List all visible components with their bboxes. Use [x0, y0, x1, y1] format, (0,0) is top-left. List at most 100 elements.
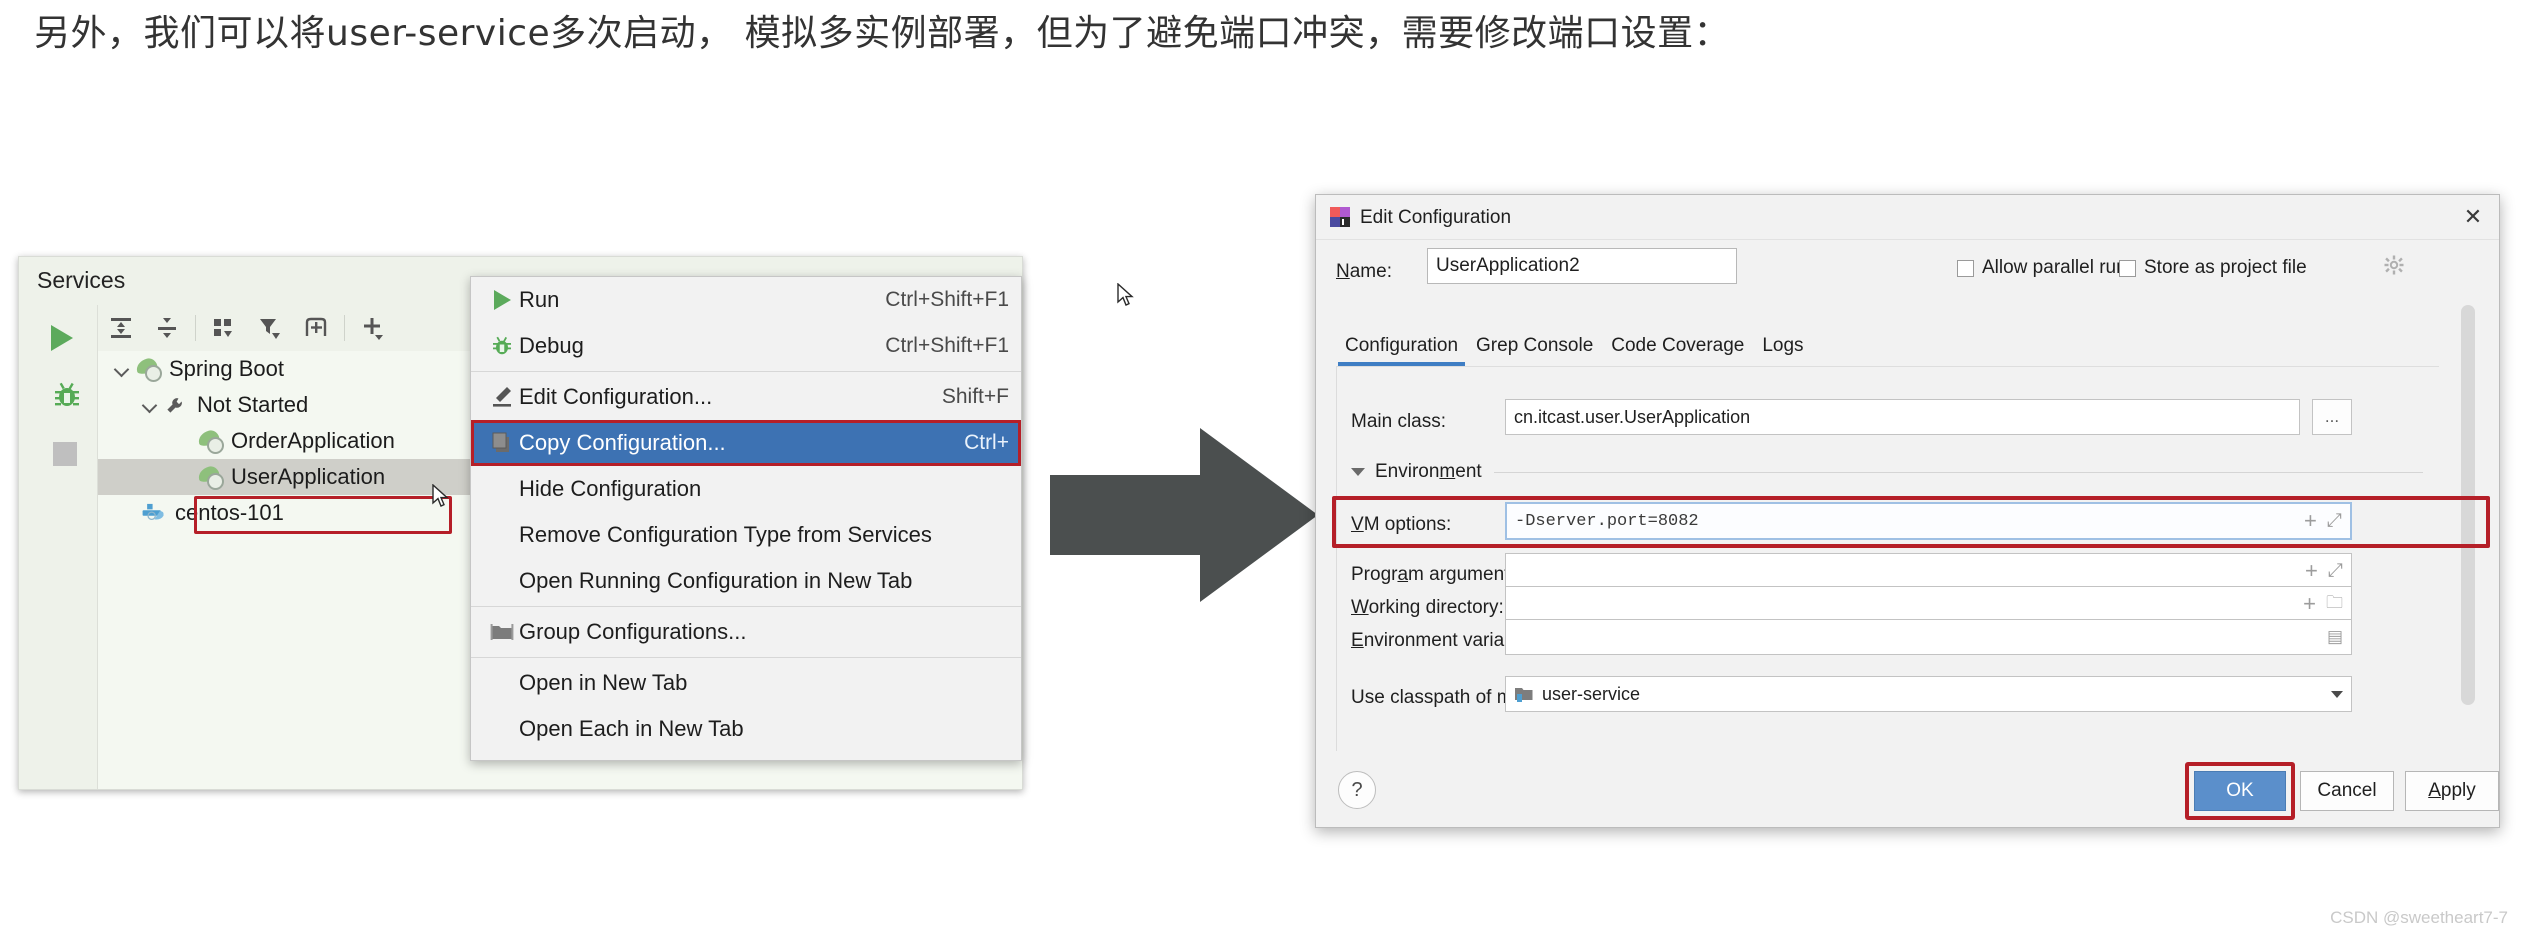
help-button[interactable]: ?	[1338, 771, 1376, 809]
main-class-value: cn.itcast.user.UserApplication	[1514, 406, 1751, 427]
folder-glyph	[490, 624, 514, 640]
dialog-title: Edit Configuration	[1360, 207, 1512, 228]
environment-label: Environment	[1375, 461, 1482, 482]
working-directory-input[interactable]: + 🗀	[1505, 586, 2352, 622]
group-by-glyph	[214, 319, 232, 337]
mouse-cursor	[432, 484, 449, 507]
menu-item-group-configurations[interactable]: Group Configurations...	[471, 609, 1021, 655]
tab-configuration[interactable]: Configuration	[1336, 335, 1467, 366]
docker-icon	[140, 501, 170, 525]
menu-item-open-running-configuration[interactable]: Open Running Configuration in New Tab	[471, 558, 1021, 604]
folder-icon[interactable]: 🗀	[2326, 590, 2343, 619]
main-class-browse-button[interactable]: ...	[2312, 399, 2352, 435]
menu-item-label: Run	[519, 287, 560, 312]
gear-icon[interactable]	[2384, 255, 2404, 275]
apply-button[interactable]: Apply	[2405, 771, 2499, 811]
copy-glyph	[492, 432, 509, 452]
menu-item-label: Hide Configuration	[519, 476, 702, 501]
collapse-all-icon[interactable]	[144, 305, 190, 351]
name-label: Name:	[1336, 261, 1392, 282]
checkbox-box[interactable]	[2119, 259, 2136, 277]
menu-item-run[interactable]: Run Ctrl+Shift+F1	[471, 277, 1021, 323]
annotation-box-ok-button	[2185, 762, 2295, 820]
add-macro-icon[interactable]: +	[2305, 558, 2318, 584]
toolbar-divider-2	[344, 315, 345, 341]
browse-env-icon[interactable]: ▤	[2327, 627, 2343, 647]
menu-item-label: Debug	[519, 333, 584, 358]
run-icon	[485, 290, 519, 310]
folder-icon	[485, 622, 519, 642]
module-glyph	[1515, 688, 1533, 702]
pencil-icon	[485, 385, 519, 409]
program-arguments-input[interactable]: + ⤢	[1505, 553, 2352, 589]
tree-item-label: OrderApplication	[231, 428, 395, 453]
debug-bug-glyph	[493, 336, 511, 355]
main-class-label: Main class:	[1351, 411, 1447, 432]
tree-item-label: UserApplication	[231, 464, 386, 489]
chevron-down-icon[interactable]	[140, 394, 162, 416]
chevron-down-icon[interactable]	[2331, 690, 2343, 698]
cancel-button[interactable]: Cancel	[2300, 771, 2394, 811]
chevron-down-icon[interactable]	[1351, 468, 1365, 476]
allow-parallel-run-checkbox[interactable]: Allow parallel run	[1957, 257, 2127, 279]
menu-divider	[471, 606, 1021, 607]
program-arguments-actions: + ⤢	[2305, 558, 2343, 584]
environment-section-header[interactable]: Environment	[1351, 461, 2423, 483]
main-class-input[interactable]: cn.itcast.user.UserApplication	[1505, 399, 2300, 435]
pencil-glyph	[493, 387, 511, 407]
menu-item-label: Group Configurations...	[519, 619, 747, 644]
use-classpath-value: user-service	[1542, 683, 1641, 704]
menu-item-open-in-new-tab[interactable]: Open in New Tab	[471, 660, 1021, 706]
menu-item-hide-configuration[interactable]: Hide Configuration	[471, 466, 1021, 512]
menu-item-copy-configuration[interactable]: Copy Configuration... Ctrl+	[471, 420, 1021, 466]
intellij-icon	[1330, 207, 1350, 227]
tab-code-coverage[interactable]: Code Coverage	[1602, 335, 1753, 366]
expand-all-icon[interactable]	[98, 305, 144, 351]
stop-icon[interactable]	[51, 437, 85, 471]
menu-item-shortcut: Ctrl+Shift+F1	[885, 288, 1009, 311]
copy-icon	[485, 431, 519, 455]
menu-item-debug[interactable]: Debug Ctrl+Shift+F1	[471, 323, 1021, 369]
chevron-down-icon[interactable]	[112, 358, 134, 380]
filter-icon[interactable]	[247, 305, 293, 351]
menu-item-shortcut: Shift+F	[941, 385, 1009, 408]
module-icon	[1514, 685, 1534, 703]
menu-item-label: Open Running Configuration in New Tab	[519, 568, 913, 593]
menu-item-label: Open Each in New Tab	[519, 716, 744, 741]
wrench-glyph	[167, 398, 182, 413]
tab-logs[interactable]: Logs	[1753, 335, 1812, 366]
menu-item-shortcut: Ctrl+	[964, 431, 1009, 454]
group-by-icon[interactable]	[201, 305, 247, 351]
watermark: CSDN @sweetheart7-7	[2330, 908, 2508, 927]
store-as-project-file-checkbox[interactable]: Store as project file	[2119, 257, 2307, 279]
menu-divider	[471, 657, 1021, 658]
menu-item-label: Copy Configuration...	[519, 430, 726, 455]
flow-arrow-icon	[1050, 428, 1318, 602]
menu-item-label: Remove Configuration Type from Services	[519, 522, 932, 547]
program-arguments-label: Program arguments:	[1351, 564, 1525, 585]
page-title: 另外，我们可以将user-service多次启动， 模拟多实例部署，但为了避免端…	[34, 13, 1731, 54]
context-menu: Run Ctrl+Shift+F1 Debug Ctrl+Shift+F1 Ed…	[470, 276, 1022, 761]
menu-item-label: Edit Configuration...	[519, 384, 713, 409]
expand-all-glyph	[111, 318, 131, 338]
collapse-all-glyph	[158, 318, 176, 338]
menu-item-remove-configuration-type[interactable]: Remove Configuration Type from Services	[471, 512, 1021, 558]
menu-item-open-each-in-new-tab[interactable]: Open Each in New Tab	[471, 706, 1021, 752]
menu-item-edit-configuration[interactable]: Edit Configuration... Shift+F	[471, 374, 1021, 420]
menu-item-shortcut: Ctrl+Shift+F1	[885, 334, 1009, 357]
add-tab-icon[interactable]	[293, 305, 339, 351]
close-icon[interactable]: ✕	[2459, 203, 2487, 231]
checkbox-box[interactable]	[1957, 259, 1974, 277]
name-input[interactable]: UserApplication2	[1427, 248, 1737, 284]
use-classpath-select[interactable]: user-service	[1505, 676, 2352, 712]
spring-boot-icon	[196, 464, 226, 490]
environment-variables-input[interactable]: ▤	[1505, 619, 2352, 655]
section-divider	[1493, 471, 2423, 473]
tab-grep-console[interactable]: Grep Console	[1467, 335, 1602, 366]
expand-editor-icon[interactable]: ⤢	[2328, 560, 2343, 582]
add-macro-icon[interactable]: +	[2303, 591, 2316, 617]
add-icon[interactable]	[350, 305, 396, 351]
menu-divider	[471, 371, 1021, 372]
run-icon[interactable]	[51, 321, 85, 355]
debug-icon[interactable]	[51, 379, 85, 413]
